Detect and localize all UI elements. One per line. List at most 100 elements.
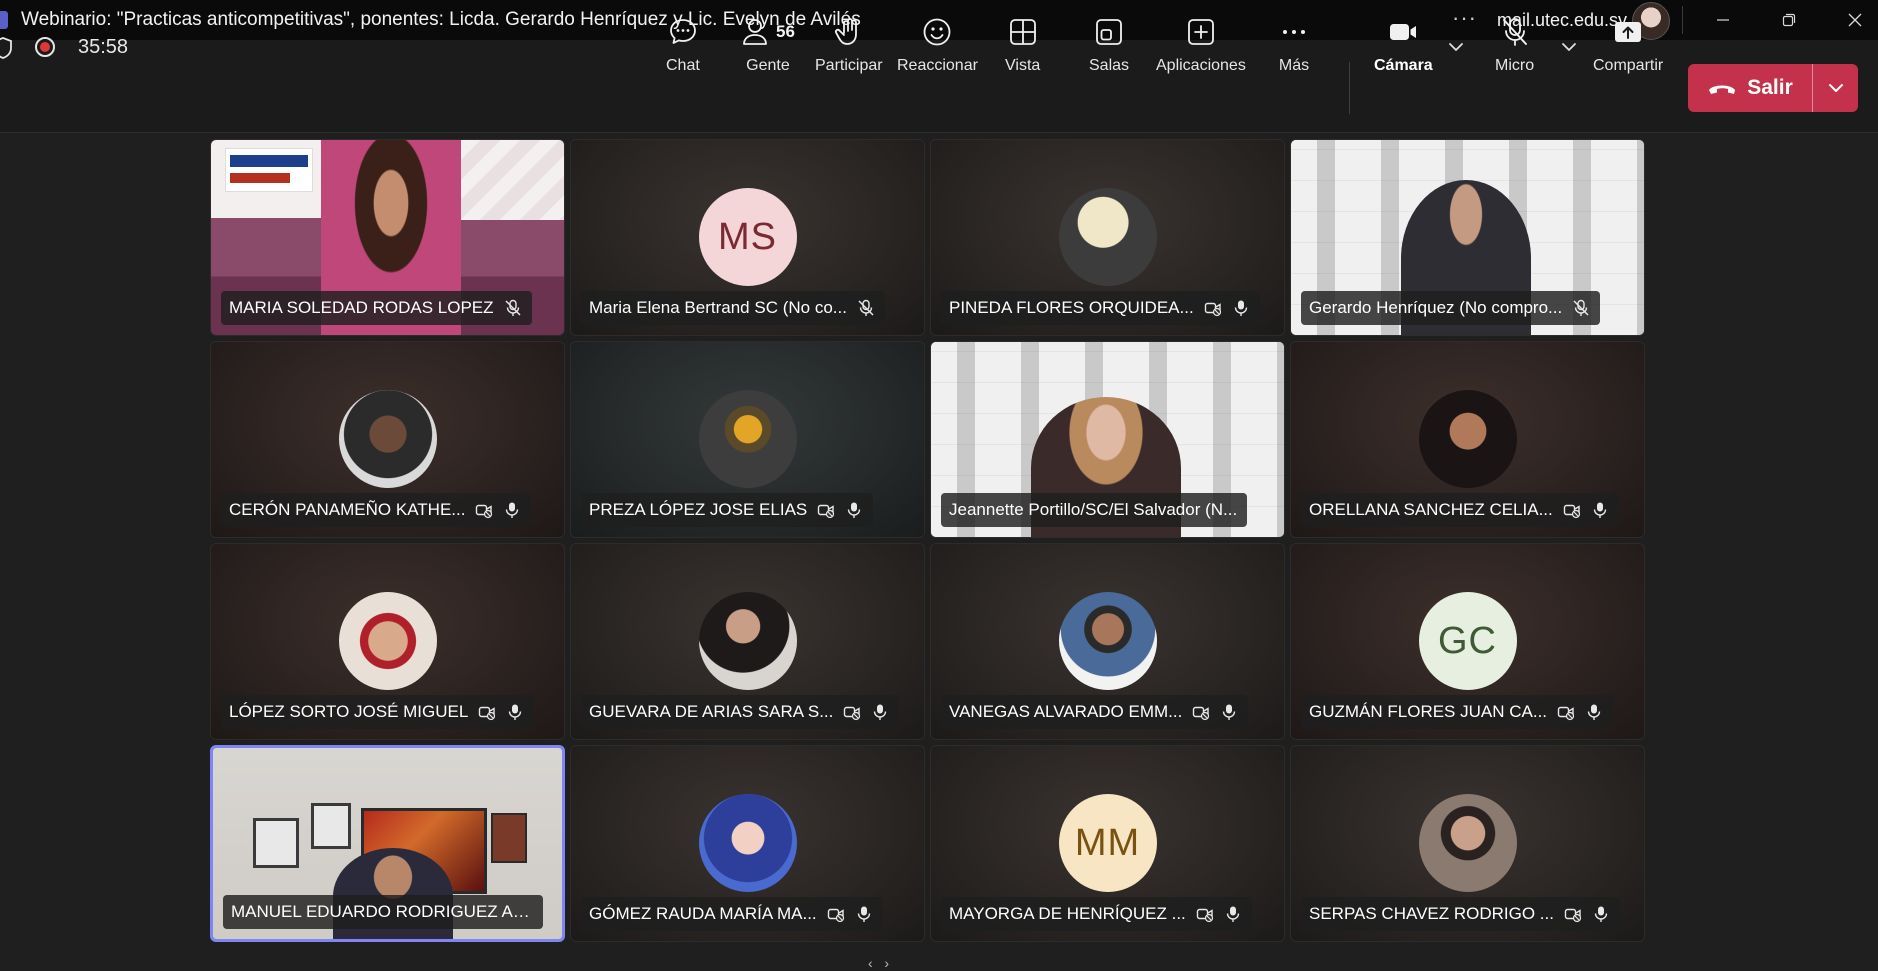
participant-tile[interactable]: ORELLANA SANCHEZ CELIA... — [1290, 341, 1645, 538]
initials-avatar: MS — [698, 188, 797, 286]
participant-tile[interactable]: MM MAYORGA DE HENRÍQUEZ ... — [930, 745, 1285, 942]
mic-options-chevron-down-icon[interactable] — [1560, 38, 1578, 56]
participant-tile[interactable]: Gerardo Henríquez (No compro... — [1290, 139, 1645, 336]
camera-icon — [1390, 24, 1417, 40]
avatar-initials: GC — [1438, 619, 1497, 662]
participant-name: GUEVARA DE ARIAS SARA S... — [589, 702, 834, 721]
participant-name: Gerardo Henríquez (No compro... — [1309, 298, 1563, 317]
share-screen-icon — [1615, 22, 1642, 42]
participant-nametag: PINEDA FLORES ORQUIDEA... — [941, 291, 1260, 325]
toolbar-divider — [1349, 62, 1350, 114]
participant-nametag: Gerardo Henríquez (No compro... — [1301, 291, 1601, 325]
mic-icon — [509, 704, 522, 720]
participant-tile[interactable]: LÓPEZ SORTO JOSÉ MIGUEL — [210, 543, 565, 740]
participant-tile[interactable]: MARIA SOLEDAD RODAS LOPEZ — [210, 139, 565, 336]
participant-name: GUZMÁN FLORES JUAN CA... — [1309, 702, 1548, 721]
participant-name: LÓPEZ SORTO JOSÉ MIGUEL — [229, 702, 469, 721]
participant-tile[interactable]: CERÓN PANAMEÑO KATHE... — [210, 341, 565, 538]
chat-button[interactable]: Chat — [666, 16, 700, 82]
leave-options-button[interactable] — [1813, 64, 1858, 112]
camera-off-icon — [818, 504, 835, 519]
leave-label: Salir — [1747, 76, 1793, 99]
participant-tile[interactable]: VANEGAS ALVARADO EMM... — [930, 543, 1285, 740]
restore-button[interactable] — [1766, 0, 1812, 40]
mic-icon — [506, 502, 519, 518]
profile-photo-avatar — [1058, 188, 1157, 286]
share-button[interactable]: Compartir — [1593, 16, 1663, 82]
raise-hand-button[interactable]: Participar — [815, 16, 883, 82]
camera-off-icon — [1204, 302, 1221, 317]
people-button[interactable]: 56 Gente — [741, 16, 795, 82]
participant-name: VANEGAS ALVARADO EMM... — [949, 702, 1183, 721]
camera-button[interactable]: Cámara — [1374, 16, 1433, 82]
shield-icon — [0, 37, 12, 59]
wall-frame — [311, 803, 351, 849]
initials-avatar: MM — [1058, 794, 1157, 892]
share-label: Compartir — [1593, 57, 1664, 74]
participant-name: PINEDA FLORES ORQUIDEA... — [949, 298, 1194, 317]
rooms-button[interactable]: Salas — [1089, 16, 1129, 82]
mic-icon — [857, 906, 870, 922]
camera-off-icon — [1196, 908, 1213, 923]
camera-options-chevron-down-icon[interactable] — [1447, 38, 1465, 56]
minimize-icon — [1717, 19, 1729, 21]
camera-off-icon — [844, 706, 861, 721]
participant-tile[interactable]: PINEDA FLORES ORQUIDEA... — [930, 139, 1285, 336]
rooms-label: Salas — [1089, 57, 1130, 74]
mic-button[interactable]: Micro — [1495, 16, 1534, 82]
camera-off-icon — [827, 908, 844, 923]
recording-indicator-icon — [35, 37, 55, 57]
participant-nametag: Maria Elena Bertrand SC (No co... — [581, 291, 885, 325]
participant-tile[interactable]: SERPAS CHAVEZ RODRIGO ... — [1290, 745, 1645, 942]
hang-up-icon — [1709, 85, 1736, 94]
apps-button[interactable]: Aplicaciones — [1156, 16, 1246, 82]
more-button[interactable]: Más — [1278, 16, 1310, 82]
grid-pager[interactable]: ‹ › — [868, 955, 889, 971]
participant-tile[interactable]: GUEVARA DE ARIAS SARA S... — [570, 543, 925, 740]
participant-tile[interactable]: GC GUZMÁN FLORES JUAN CA... — [1290, 543, 1645, 740]
mic-icon — [1226, 906, 1239, 922]
participant-tile[interactable]: Jeannette Portillo/SC/El Salvador (N... — [930, 341, 1285, 538]
teams-logo-icon — [0, 11, 8, 29]
window-title: Webinario: "Practicas anticompetitivas",… — [21, 9, 861, 30]
mic-off-icon — [858, 299, 874, 316]
avatar-initials: MM — [1074, 821, 1141, 864]
participant-tile[interactable]: MS Maria Elena Bertrand SC (No co... — [570, 139, 925, 336]
avatar-initials: MS — [718, 215, 777, 258]
participant-nametag: SERPAS CHAVEZ RODRIGO ... — [1301, 897, 1620, 931]
initials-avatar: GC — [1418, 592, 1517, 690]
people-label: Gente — [746, 57, 790, 74]
participant-tile[interactable]: GÓMEZ RAUDA MARÍA MA... — [570, 745, 925, 942]
close-button[interactable] — [1832, 0, 1878, 40]
profile-photo-avatar — [698, 592, 797, 690]
participant-name: MAYORGA DE HENRÍQUEZ ... — [949, 904, 1186, 923]
raise-hand-label: Participar — [815, 57, 883, 74]
minimize-button[interactable] — [1700, 0, 1746, 40]
participant-name: SERPAS CHAVEZ RODRIGO ... — [1309, 904, 1554, 923]
react-button[interactable]: Reaccionar — [897, 16, 978, 82]
chevron-down-icon — [1828, 84, 1843, 92]
people-icon — [743, 19, 767, 45]
leave-button[interactable]: Salir — [1688, 64, 1812, 112]
more-options-icon[interactable]: ··· — [1452, 0, 1477, 36]
leave-button-group: Salir — [1688, 64, 1858, 112]
participant-tile-active-speaker[interactable]: MANUEL EDUARDO RODRIGUEZ ARI... — [210, 745, 565, 942]
participant-nametag: GUEVARA DE ARIAS SARA S... — [581, 695, 900, 729]
participant-nametag: CERÓN PANAMEÑO KATHE... — [221, 493, 532, 527]
camera-off-icon — [479, 706, 496, 721]
camera-off-icon — [1557, 706, 1575, 721]
breakout-rooms-icon — [1096, 19, 1122, 45]
camera-off-icon — [1564, 908, 1582, 923]
participant-name: MARIA SOLEDAD RODAS LOPEZ — [229, 298, 494, 317]
participant-nametag: GÓMEZ RAUDA MARÍA MA... — [581, 897, 883, 931]
view-label: Vista — [1005, 57, 1041, 74]
background-pattern — [461, 140, 564, 220]
participant-name: Jeannette Portillo/SC/El Salvador (N... — [949, 500, 1238, 519]
participant-nametag: MARIA SOLEDAD RODAS LOPEZ — [221, 291, 532, 325]
grid-view-icon — [1009, 19, 1036, 45]
mic-icon — [1223, 704, 1236, 720]
participant-tile[interactable]: PREZA LÓPEZ JOSE ELIAS — [570, 341, 925, 538]
view-button[interactable]: Vista — [1005, 16, 1040, 82]
mic-icon — [1587, 704, 1601, 720]
profile-photo-avatar — [698, 794, 797, 892]
